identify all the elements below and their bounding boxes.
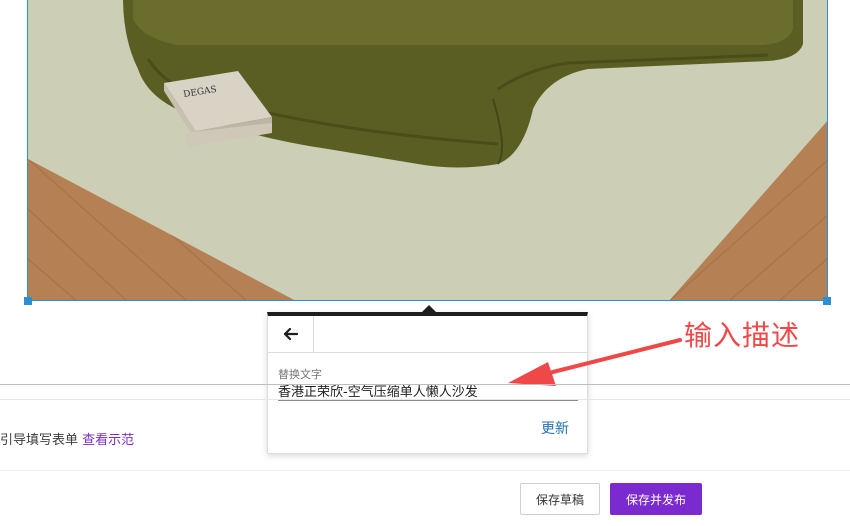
arrow-left-icon [283, 328, 298, 340]
sofa-photo: DEGAS [28, 0, 827, 300]
resize-handle-bottom-left[interactable] [24, 297, 32, 305]
form-hint: 引导填写表单 查看示范 [0, 429, 134, 448]
annotation-text: 输入描述 [684, 319, 801, 352]
popover-toolbar [268, 316, 587, 353]
footer-bar [0, 470, 850, 526]
form-hint-text: 引导填写表单 [0, 433, 79, 448]
update-button[interactable]: 更新 [541, 418, 569, 438]
back-button[interactable] [268, 316, 314, 352]
view-example-link[interactable]: 查看示范 [82, 433, 134, 448]
alt-text-popover: 替换文字 更新 [267, 312, 588, 454]
save-publish-button[interactable]: 保存并发布 [610, 483, 702, 515]
editor-divider-light [0, 399, 850, 400]
editor-divider [0, 384, 850, 385]
resize-handle-bottom-right[interactable] [823, 297, 831, 305]
selected-image[interactable]: DEGAS [27, 0, 828, 301]
popover-caret [422, 305, 436, 312]
save-draft-button[interactable]: 保存草稿 [520, 483, 600, 515]
